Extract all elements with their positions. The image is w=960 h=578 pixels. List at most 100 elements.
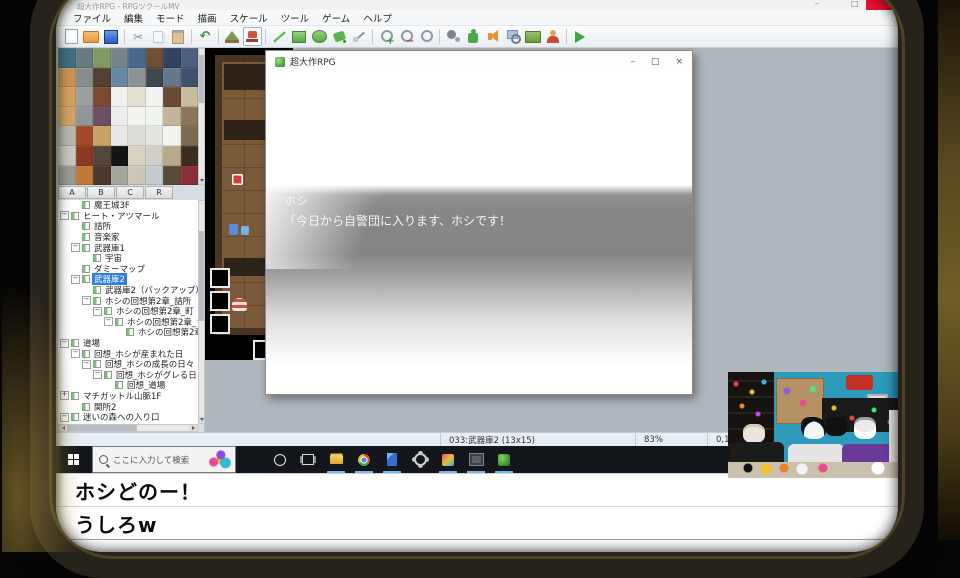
tree-toggle-icon[interactable]	[71, 349, 80, 358]
palette-tile[interactable]	[181, 146, 199, 166]
tree-scrollbar[interactable]	[198, 200, 205, 424]
palette-tile[interactable]	[76, 166, 94, 185]
tree-horizontal-scrollbar[interactable]	[58, 424, 198, 432]
game-window-titlebar[interactable]: 超大作RPG – □ ×	[266, 51, 692, 73]
menu-item[interactable]: ツール	[281, 11, 310, 25]
palette-tile[interactable]	[128, 48, 146, 68]
palette-tile[interactable]	[76, 126, 94, 146]
palette-tile[interactable]	[146, 68, 164, 88]
palette-tab[interactable]: B	[87, 186, 115, 199]
map-event-cell[interactable]	[210, 268, 230, 288]
palette-tile[interactable]	[163, 146, 181, 166]
database-icon[interactable]	[444, 27, 463, 46]
rpg-maker-icon[interactable]	[490, 446, 518, 473]
palette-tile[interactable]	[128, 87, 146, 107]
tree-toggle-icon[interactable]	[71, 243, 80, 252]
menu-item[interactable]: ゲーム	[322, 11, 350, 25]
menu-item[interactable]: ヘルプ	[363, 11, 392, 25]
palette-tile[interactable]	[163, 166, 181, 185]
map-tree-item[interactable]: ヒート・アツマール	[58, 211, 198, 222]
palette-tile[interactable]	[111, 87, 129, 107]
map-tree-item[interactable]: 武器庫1	[58, 242, 198, 253]
cut-icon[interactable]	[129, 27, 148, 46]
paste-icon[interactable]	[169, 27, 188, 46]
map-event-cell[interactable]	[210, 314, 230, 334]
scroll-left-icon[interactable]	[59, 425, 67, 431]
ellipse-tool-icon[interactable]	[310, 27, 329, 46]
palette-tab[interactable]: A	[58, 186, 86, 199]
palette-scrollbar[interactable]	[198, 48, 205, 185]
palette-tab[interactable]: C	[116, 186, 144, 199]
map-mode-icon[interactable]	[223, 27, 242, 46]
fill-tool-icon[interactable]	[330, 27, 349, 46]
palette-tile[interactable]	[146, 166, 164, 185]
zoom-in-icon[interactable]	[377, 27, 396, 46]
tree-toggle-icon[interactable]	[82, 360, 91, 369]
task-view-icon[interactable]	[294, 446, 322, 473]
character-generator-icon[interactable]	[544, 27, 563, 46]
palette-tile[interactable]	[76, 107, 94, 127]
palette-tile[interactable]	[93, 107, 111, 127]
tree-toggle-icon[interactable]	[60, 339, 69, 348]
palette-tile[interactable]	[181, 68, 199, 88]
editor-titlebar[interactable]: 超大作RPG - RPGツクールMV – □	[55, 0, 903, 10]
map-tree-item[interactable]: マチガットル山脈1F	[58, 391, 198, 402]
palette-tile[interactable]	[163, 107, 181, 127]
save-icon[interactable]	[102, 27, 121, 46]
palette-tile[interactable]	[111, 166, 129, 185]
tree-toggle-icon[interactable]	[93, 307, 102, 316]
playtest-icon[interactable]	[571, 27, 590, 46]
palette-tile[interactable]	[58, 48, 76, 68]
palette-tab[interactable]: R	[145, 186, 173, 199]
palette-tile[interactable]	[58, 107, 76, 127]
palette-tile[interactable]	[58, 68, 76, 88]
tree-toggle-icon[interactable]	[93, 370, 102, 379]
palette-tile[interactable]	[146, 48, 164, 68]
editor-maximize-button[interactable]: □	[851, 0, 859, 8]
palette-tile[interactable]	[111, 107, 129, 127]
palette-tile[interactable]	[111, 146, 129, 166]
palette-tile[interactable]	[76, 146, 94, 166]
zoom-out-icon[interactable]	[397, 27, 416, 46]
palette-tile[interactable]	[163, 87, 181, 107]
map-tree-item[interactable]: ホシの回想第2章_シータの	[58, 327, 198, 338]
map-event-cell[interactable]	[210, 291, 230, 311]
palette-tile[interactable]	[128, 166, 146, 185]
palette-tile[interactable]	[76, 87, 94, 107]
palette-tile[interactable]	[111, 68, 129, 88]
event-search-icon[interactable]	[504, 27, 523, 46]
palette-tile[interactable]	[58, 166, 76, 185]
docs-app-icon[interactable]	[378, 446, 406, 473]
menu-item[interactable]: 編集	[124, 11, 143, 25]
start-button[interactable]	[55, 446, 92, 473]
settings-icon[interactable]	[406, 446, 434, 473]
tileset-palette[interactable]	[58, 48, 198, 185]
palette-tile[interactable]	[93, 126, 111, 146]
taskbar-search-input[interactable]: ここに入力して検索	[92, 446, 236, 473]
palette-tile[interactable]	[76, 68, 94, 88]
tree-toggle-icon[interactable]	[71, 275, 80, 284]
palette-tile[interactable]	[58, 146, 76, 166]
shadow-tool-icon[interactable]	[350, 27, 369, 46]
palette-tile[interactable]	[111, 48, 129, 68]
new-icon[interactable]	[62, 27, 81, 46]
palette-tile[interactable]	[93, 166, 111, 185]
map-tree[interactable]: 魔王城3F ヒート・アツマール 詰所 音楽家	[58, 200, 198, 424]
palette-tile[interactable]	[181, 107, 199, 127]
undo-icon[interactable]	[196, 27, 215, 46]
chrome-icon[interactable]	[350, 446, 378, 473]
menu-item[interactable]: ファイル	[73, 11, 111, 25]
game-close-button[interactable]: ×	[675, 57, 683, 67]
palette-tile[interactable]	[181, 48, 199, 68]
palette-tile[interactable]	[111, 126, 129, 146]
rect-tool-icon[interactable]	[290, 27, 309, 46]
palette-tile[interactable]	[128, 126, 146, 146]
capture-app-icon[interactable]	[462, 446, 490, 473]
palette-tile[interactable]	[128, 107, 146, 127]
copy-icon[interactable]	[149, 27, 168, 46]
palette-tile[interactable]	[163, 48, 181, 68]
palette-tile[interactable]	[58, 126, 76, 146]
palette-tile[interactable]	[181, 126, 199, 146]
cortana-icon[interactable]	[266, 446, 294, 473]
sound-test-icon[interactable]	[484, 27, 503, 46]
